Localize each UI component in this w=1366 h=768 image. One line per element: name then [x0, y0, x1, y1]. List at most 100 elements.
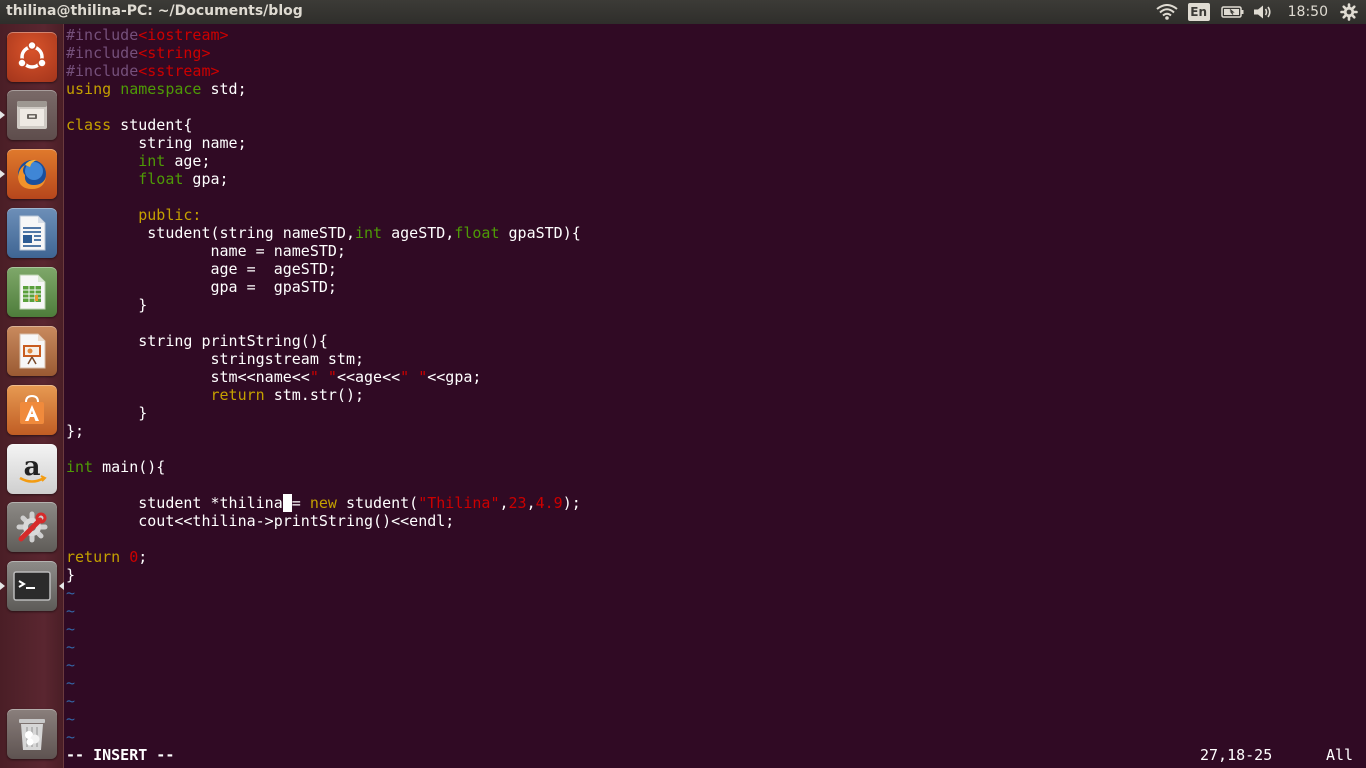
code-line: }; [66, 422, 84, 440]
files-icon[interactable] [7, 90, 57, 140]
keyboard-lang-icon[interactable]: En [1187, 3, 1210, 21]
code-token: } [66, 296, 148, 314]
code-line: string printString(){ [66, 332, 328, 350]
code-token: , [526, 494, 536, 512]
code-token: new [309, 494, 337, 512]
battery-icon[interactable] [1218, 0, 1248, 24]
code-token: ageSTD, [382, 224, 455, 242]
code-token: ~ [66, 602, 76, 620]
code-line: ~ [66, 584, 75, 602]
code-token: <iostream> [138, 26, 229, 44]
code-line: class student{ [66, 116, 192, 134]
running-indicator [0, 582, 5, 590]
code-line: student(string nameSTD,int ageSTD,float … [66, 224, 581, 242]
cursor-position: 27,18-25 [1200, 746, 1273, 764]
text-cursor [282, 494, 292, 512]
code-line: #include<sstream> [66, 62, 220, 80]
code-line: int age; [66, 152, 211, 170]
code-token: std; [201, 80, 247, 98]
code-token: ~ [66, 692, 76, 710]
code-token: ~ [66, 638, 76, 656]
clock[interactable]: 18:50 [1288, 4, 1328, 20]
svg-text:a: a [24, 452, 41, 482]
code-token: } [66, 566, 76, 584]
settings-icon[interactable] [7, 502, 57, 552]
code-token: } [66, 404, 148, 422]
code-line: gpa = gpaSTD; [66, 278, 337, 296]
impress-icon[interactable] [7, 326, 57, 376]
code-token: 23 [508, 494, 527, 512]
calc-icon[interactable] [7, 267, 57, 317]
code-line: student *thilina = new student("Thilina"… [66, 494, 581, 512]
code-line: float gpa; [66, 170, 228, 188]
software-center-icon[interactable] [7, 385, 57, 435]
code-token: }; [66, 422, 85, 440]
code-token: stringstream stm; [66, 350, 365, 368]
code-token: gpa = gpaSTD; [66, 278, 337, 296]
code-token: ~ [66, 656, 76, 674]
code-token: " " [309, 368, 337, 386]
code-token: ~ [66, 728, 76, 746]
writer-icon[interactable] [7, 208, 57, 258]
code-token: return [210, 386, 265, 404]
code-token: cout<<thilina->printString()<<endl; [66, 512, 455, 530]
code-token: ~ [66, 584, 76, 602]
code-token: <string> [138, 44, 211, 62]
code-line: } [66, 296, 147, 314]
ubuntu-logo-icon[interactable] [7, 32, 57, 82]
code-token: = [291, 494, 310, 512]
code-line: ~ [66, 620, 75, 638]
trash-icon[interactable] [7, 709, 57, 759]
wifi-icon[interactable] [1152, 0, 1182, 24]
code-line: return stm.str(); [66, 386, 365, 404]
code-token: age; [165, 152, 211, 170]
code-line: ~ [66, 656, 75, 674]
code-token: stm.str(); [264, 386, 365, 404]
code-token: #include [66, 44, 139, 62]
firefox-icon[interactable] [7, 149, 57, 199]
code-token: , [499, 494, 509, 512]
code-token: #include [66, 26, 139, 44]
code-token: " " [400, 368, 428, 386]
code-line: cout<<thilina->printString()<<endl; [66, 512, 454, 530]
running-indicator [0, 111, 5, 119]
code-token: ~ [66, 620, 76, 638]
launcher: a [0, 24, 64, 768]
code-line: stm<<name<<" "<<age<<" "<<gpa; [66, 368, 481, 386]
code-line: } [66, 404, 147, 422]
volume-icon[interactable] [1248, 0, 1278, 24]
scroll-position: All [1326, 746, 1354, 764]
window-title: thilina@thilina-PC: ~/Documents/blog [6, 3, 303, 19]
code-token: class [66, 116, 112, 134]
gear-icon[interactable] [1336, 0, 1362, 24]
code-token: student( [336, 494, 419, 512]
code-line: stringstream stm; [66, 350, 364, 368]
code-token: float [454, 224, 500, 242]
code-token: age = ageSTD; [66, 260, 337, 278]
code-token: #include [66, 62, 139, 80]
code-line: ~ [66, 638, 75, 656]
code-token: <sstream> [138, 62, 220, 80]
code-line: using namespace std; [66, 80, 247, 98]
code-token: ; [138, 548, 148, 566]
top-panel: thilina@thilina-PC: ~/Documents/blog En [0, 0, 1366, 24]
terminal-window[interactable]: #include<iostream> #include<string> #inclu… [64, 24, 1366, 768]
code-token: stm<<name<< [66, 368, 310, 386]
code-token: public: [138, 206, 202, 224]
code-line: return 0; [66, 548, 147, 566]
code-token: namespace [120, 80, 202, 98]
code-line: age = ageSTD; [66, 260, 337, 278]
code-token: int [66, 458, 94, 476]
code-token: main(){ [93, 458, 166, 476]
code-token: string name; [66, 134, 247, 152]
code-line: #include<iostream> [66, 26, 229, 44]
code-token: int [354, 224, 383, 242]
code-line: #include<string> [66, 44, 211, 62]
amazon-icon[interactable]: a [7, 444, 57, 494]
code-line: ~ [66, 674, 75, 692]
terminal-icon[interactable] [7, 561, 57, 611]
code-token: student{ [111, 116, 193, 134]
